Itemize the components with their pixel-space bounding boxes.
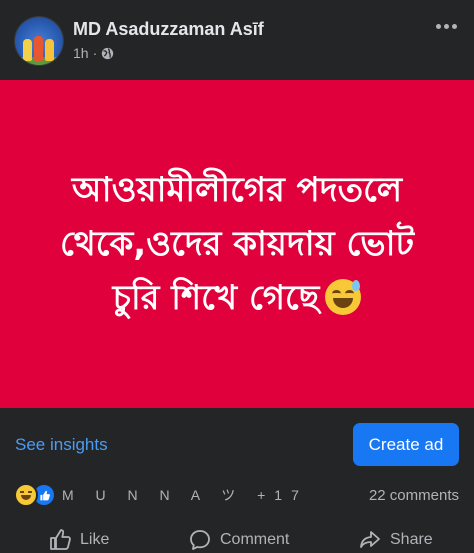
post-meta: 1h ·	[73, 45, 114, 61]
share-button[interactable]: Share	[358, 528, 433, 552]
reactors-text: M U N N A ツ +17	[62, 487, 308, 503]
avatar-figure	[34, 36, 43, 61]
like-button[interactable]: Like	[48, 528, 109, 552]
post-header: MD Asaduzzaman Asīf 1h ·	[0, 0, 474, 80]
dot	[435, 23, 441, 29]
create-ad-button[interactable]: Create ad	[353, 423, 459, 466]
post-image[interactable]: আওয়ামীলীগের পদতলে থেকে,ওদের কায়দায় ভো…	[0, 80, 474, 408]
like-label: Like	[80, 531, 110, 548]
avatar[interactable]	[15, 17, 63, 65]
share-icon	[360, 531, 380, 548]
comment-button[interactable]: Comment	[188, 528, 289, 552]
grinning-sweat-emoji-icon	[325, 279, 362, 315]
post-time[interactable]: 1h	[73, 45, 89, 61]
post-text-line: চুরি শিখে গেছে	[112, 278, 320, 318]
share-label: Share	[390, 531, 433, 548]
author-name[interactable]: MD Asaduzzaman Asīf	[73, 19, 264, 40]
comments-count[interactable]: 22 comments	[369, 487, 459, 504]
dot	[443, 23, 449, 29]
globe-icon[interactable]	[101, 47, 114, 60]
avatar-figure	[23, 39, 32, 61]
post-text-line: আওয়ামীলীগের পদতলে	[71, 170, 403, 210]
comment-label: Comment	[220, 531, 290, 548]
post-text-line-with-emoji: চুরি শিখে গেছে	[17, 271, 457, 325]
more-options-icon[interactable]	[432, 15, 460, 37]
post-text-line: থেকে,ওদের কায়দায় ভোট	[59, 224, 415, 264]
comment-icon	[190, 530, 210, 550]
see-insights-link[interactable]: See insights	[15, 435, 108, 455]
dot	[451, 23, 457, 29]
like-icon	[50, 529, 71, 550]
post-actions: Like Comment Share	[0, 522, 474, 553]
haha-reaction-icon	[14, 483, 38, 507]
post-image-text: আওয়ামীলীগের পদতলে থেকে,ওদের কায়দায় ভো…	[17, 163, 457, 325]
meta-separator: ·	[92, 45, 98, 61]
reactions-summary[interactable]: M U N N A ツ +17	[14, 483, 308, 507]
avatar-figure	[45, 39, 54, 61]
